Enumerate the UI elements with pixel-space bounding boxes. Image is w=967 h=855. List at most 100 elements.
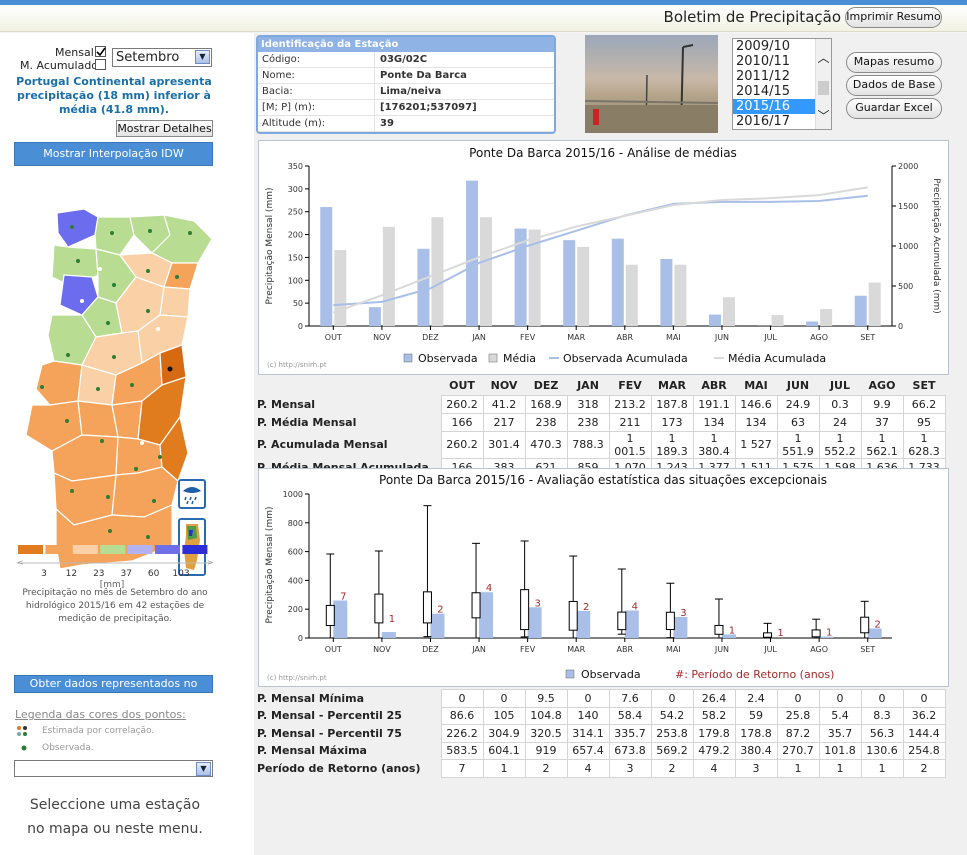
selected-station-point[interactable]	[167, 366, 173, 372]
y2-axis-label: Precipitação Acumulada (mm)	[931, 178, 941, 314]
station-point[interactable]	[112, 283, 116, 287]
table-cell: 479.2	[692, 741, 736, 760]
legend-estimated: Estimada por correlação.	[42, 726, 155, 736]
station-photo	[585, 35, 718, 133]
year-list-scrollbar[interactable]: ︿ ﹀	[815, 39, 831, 129]
maps-summary-button[interactable]: Mapas resumo	[846, 52, 942, 73]
base-data-button[interactable]: Dados de Base	[846, 75, 942, 96]
station-point[interactable]	[146, 535, 150, 539]
scroll-thumb[interactable]	[818, 81, 829, 95]
show-details-button[interactable]: Mostrar Detalhes	[116, 120, 213, 137]
month-header: SET	[912, 379, 936, 393]
box	[860, 616, 870, 634]
bar-average	[577, 246, 590, 326]
table-cell: 1	[818, 759, 862, 778]
table-cell: 2	[524, 759, 568, 778]
table-cell: 54.2	[650, 706, 694, 725]
station-point[interactable]	[188, 231, 192, 235]
station-point[interactable]	[112, 355, 116, 359]
month-header: ABR	[701, 379, 727, 393]
box	[811, 629, 821, 638]
bar-observed	[466, 180, 479, 326]
legend-label: Observada	[581, 668, 641, 681]
table-row: Período de Retorno (anos) 7 1 2 4 3 2 4 3 1 1 1 2	[255, 759, 946, 778]
table-cell: 63	[776, 412, 820, 432]
station-point[interactable]	[80, 299, 84, 303]
station-point[interactable]	[152, 499, 156, 503]
year-option[interactable]: 2014/15	[733, 84, 816, 99]
x-tick-label: MAI	[666, 645, 681, 654]
rain-layer-button[interactable]	[178, 479, 206, 509]
station-point[interactable]	[134, 467, 138, 471]
station-point[interactable]	[108, 529, 112, 533]
bar-observed	[368, 307, 381, 326]
chevron-down-icon: ▼	[195, 50, 210, 64]
table-cell: 0	[902, 689, 946, 708]
station-point[interactable]	[156, 327, 160, 331]
station-point[interactable]	[146, 309, 150, 313]
station-point[interactable]	[65, 419, 69, 423]
station-point[interactable]	[70, 489, 74, 493]
row-label: P. Mensal - Percentil 75	[257, 726, 402, 740]
station-point[interactable]	[146, 269, 150, 273]
chart-stats-panel: Ponte Da Barca 2015/16 - Avaliação estat…	[258, 468, 949, 687]
station-row: Código: 03G/02C	[258, 52, 554, 68]
acumulado-checkbox[interactable]	[95, 59, 106, 70]
table-cell: 140	[566, 706, 610, 725]
station-point[interactable]	[158, 455, 162, 459]
x-tick-label: OUT	[325, 645, 342, 654]
table-cell: 0	[776, 689, 820, 708]
station-point[interactable]	[96, 387, 100, 391]
station-point[interactable]	[148, 229, 152, 233]
station-select[interactable]: ▼	[14, 760, 213, 777]
month-select[interactable]: Setembro ▼	[112, 48, 212, 67]
scale-swatch	[72, 545, 98, 554]
print-summary-button[interactable]: Imprimir Resumo	[845, 7, 942, 28]
table-cell: 3	[734, 759, 778, 778]
legend-swatch	[488, 353, 498, 363]
table-cell: 144.4	[902, 724, 946, 743]
y-tick-label: 0	[298, 634, 303, 643]
station-point[interactable]	[66, 353, 70, 357]
map-region[interactable]	[35, 360, 83, 406]
table-cell: 260.2	[440, 430, 484, 459]
year-option[interactable]: 2009/10	[733, 39, 816, 54]
station-point[interactable]	[106, 495, 110, 499]
bar-observed	[430, 613, 445, 638]
chevron-down-icon[interactable]: ﹀	[816, 109, 831, 123]
table-cell: 0	[650, 689, 694, 708]
get-data-button[interactable]: Obter dados representados no mapa	[14, 675, 213, 706]
show-idw-button[interactable]: Mostrar Interpolação IDW	[14, 142, 213, 166]
station-point[interactable]	[110, 231, 114, 235]
station-point[interactable]	[175, 275, 179, 279]
station-point[interactable]	[76, 259, 80, 263]
station-key: Altitude (m):	[258, 116, 375, 131]
save-excel-button[interactable]: Guardar Excel	[846, 98, 942, 119]
map-region[interactable]	[56, 208, 99, 248]
station-point[interactable]	[40, 385, 44, 389]
return-period-label: 1	[826, 628, 832, 639]
table-cell: 4	[566, 759, 610, 778]
chart-title: Ponte Da Barca 2015/16 - Avaliação estat…	[379, 473, 827, 487]
x-tick-label: MAR	[567, 645, 585, 654]
year-option[interactable]: 2015/16	[733, 99, 816, 114]
table-cell: 58.2	[692, 706, 736, 725]
y-tick-label: 150	[288, 253, 303, 262]
map-region[interactable]	[159, 286, 191, 318]
year-option[interactable]: 2010/11	[733, 54, 816, 69]
map-region[interactable]	[94, 216, 135, 256]
chevron-up-icon[interactable]: ︿	[816, 51, 831, 65]
station-point[interactable]	[130, 383, 134, 387]
month-header: NOV	[490, 379, 518, 393]
station-point[interactable]	[98, 267, 102, 271]
table-cell: 1 562.1	[860, 430, 904, 459]
station-point[interactable]	[100, 439, 104, 443]
station-point[interactable]	[70, 225, 74, 229]
scale-tick-label: 3	[41, 569, 47, 579]
station-point[interactable]	[106, 321, 110, 325]
station-point[interactable]	[140, 441, 144, 445]
year-option[interactable]: 2016/17	[733, 114, 816, 129]
mensal-checkbox[interactable]	[95, 46, 106, 57]
year-list[interactable]: 2009/10 2010/11 2011/12 2014/15 2015/16 2016/…	[732, 38, 832, 130]
year-option[interactable]: 2011/12	[733, 69, 816, 84]
